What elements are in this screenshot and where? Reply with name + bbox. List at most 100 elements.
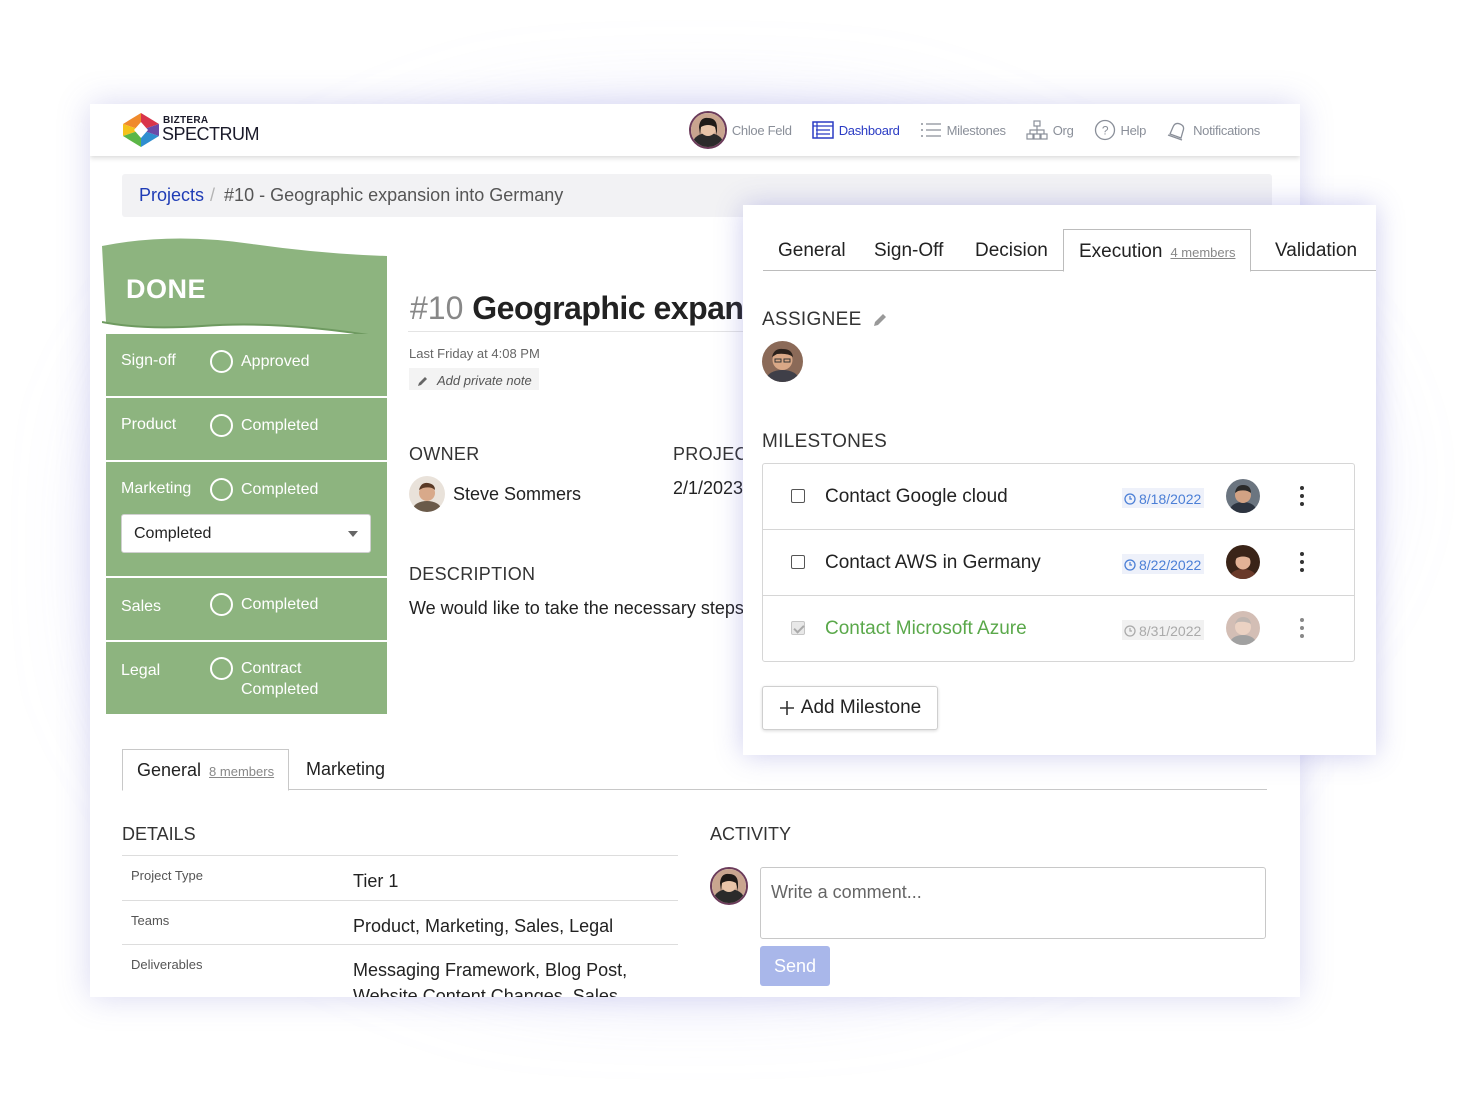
milestone-checkbox[interactable] [791, 555, 805, 569]
nav-dashboard-label: Dashboard [838, 122, 900, 138]
status-row-marketing: Marketing Completed Completed [106, 462, 387, 576]
tab-general[interactable]: General [763, 229, 861, 271]
page-title: #10 Geographic expansi [410, 290, 770, 327]
status-row-sales: Sales Completed [106, 578, 387, 640]
send-button[interactable]: Send [760, 946, 830, 986]
milestone-name[interactable]: Contact Google cloud [825, 486, 1008, 508]
milestone-date-text: 8/18/2022 [1139, 490, 1202, 507]
tab-general-label: General [137, 760, 202, 780]
chevron-down-icon [348, 531, 358, 537]
kebab-menu-icon[interactable] [1297, 618, 1307, 640]
execution-card: General Sign-Off Decision Execution 4 mem… [743, 205, 1376, 755]
milestone-name[interactable]: Contact Microsoft Azure [825, 618, 1027, 640]
tab-sign-off[interactable]: Sign-Off [859, 229, 958, 271]
milestone-date-text: 8/31/2022 [1139, 622, 1202, 639]
private-note-label: Add private note [437, 373, 532, 388]
activity-label: ACTIVITY [710, 824, 792, 844]
clock-icon [1124, 492, 1136, 505]
milestone-list: Contact Google cloud 8/18/2022 Contact A… [762, 463, 1355, 662]
status-circle-icon [210, 657, 233, 680]
milestone-assignee-avatar[interactable] [1226, 545, 1260, 579]
add-milestone-button[interactable]: Add Milestone [762, 686, 938, 730]
milestone-due-date[interactable]: 8/22/2022 [1122, 554, 1205, 574]
nav-org[interactable]: Org [1026, 120, 1074, 140]
tab-label: Execution [1079, 241, 1163, 262]
tab-label: General [778, 240, 846, 261]
detail-key: Deliverables [131, 957, 203, 972]
top-bar: BIZTERA SPECTRUM Chloe Feld Dashboard Mi… [90, 104, 1300, 156]
nav-help-label: Help [1120, 122, 1147, 138]
milestone-checkbox[interactable] [791, 489, 805, 503]
tab-general[interactable]: General 8 members [122, 749, 290, 791]
milestone-assignee-avatar[interactable] [1226, 611, 1260, 645]
nav-help[interactable]: ? Help [1094, 119, 1147, 141]
status-circle-icon [210, 593, 233, 616]
status-row-legal: Legal Contract Completed [106, 642, 387, 714]
milestone-due-date[interactable]: 8/31/2022 [1122, 620, 1205, 640]
main-nav: Chloe Feld Dashboard Milestones Org ? He… [688, 110, 1260, 150]
kebab-menu-icon[interactable] [1297, 486, 1307, 508]
description-label: DESCRIPTION [409, 564, 536, 584]
milestone-name[interactable]: Contact AWS in Germany [825, 552, 1041, 574]
list-icon [920, 123, 941, 137]
assignee-avatar[interactable] [762, 341, 803, 382]
milestone-row: Contact Microsoft Azure 8/31/2022 [763, 596, 1354, 662]
status-circle-icon [210, 350, 233, 373]
status-row-label: Sign-off [121, 352, 176, 369]
user-avatar [688, 111, 727, 149]
nav-dashboard[interactable]: Dashboard [811, 121, 900, 139]
milestone-due-date[interactable]: 8/18/2022 [1122, 488, 1205, 508]
pencil-icon [418, 376, 427, 386]
milestone-checkbox[interactable] [791, 621, 805, 635]
nav-notifications[interactable]: Notifications [1166, 119, 1260, 141]
milestone-row: Contact Google cloud 8/18/2022 [763, 464, 1354, 530]
user-name: Chloe Feld [731, 122, 792, 138]
clock-icon [1124, 558, 1136, 571]
user-menu[interactable]: Chloe Feld [688, 111, 792, 149]
nav-milestones[interactable]: Milestones [920, 121, 1006, 139]
pencil-icon[interactable] [872, 312, 888, 328]
project-number: #10 [410, 290, 464, 326]
owner[interactable]: Steve Sommers [409, 476, 581, 512]
tab-validation[interactable]: Validation [1260, 229, 1372, 271]
help-icon: ? [1094, 119, 1115, 141]
comment-input[interactable]: Write a comment... [760, 867, 1266, 939]
members-link[interactable]: 8 members [209, 764, 274, 779]
status-row-label: Product [121, 416, 177, 433]
org-chart-icon [1026, 120, 1048, 140]
detail-row: Deliverables Messaging Framework, Blog P… [122, 944, 678, 997]
tab-execution[interactable]: Execution 4 members [1063, 229, 1252, 272]
detail-row: Project Type Tier 1 [122, 855, 678, 900]
status-row-value: Completed [241, 417, 319, 434]
status-row-value: Contract Completed [241, 658, 318, 700]
bell-icon [1167, 122, 1185, 141]
nav-notifications-label: Notifications [1193, 122, 1260, 138]
assignee-label-text: ASSIGNEE [762, 309, 862, 330]
project-date: 2/1/2023 [673, 478, 744, 498]
tab-marketing-label: Marketing [306, 759, 386, 779]
marketing-status-select[interactable]: Completed [121, 514, 371, 553]
clock-icon [1124, 624, 1136, 637]
add-private-note-button[interactable]: Add private note [409, 368, 539, 390]
nav-milestones-label: Milestones [946, 122, 1006, 138]
breadcrumb-current: #10 - Geographic expansion into Germany [224, 185, 564, 205]
milestone-assignee-avatar[interactable] [1226, 479, 1260, 513]
tab-marketing[interactable]: Marketing [292, 749, 399, 790]
description-text: We would like to take the necessary step… [409, 598, 744, 618]
tab-decision[interactable]: Decision [960, 229, 1063, 271]
status-circle-icon [210, 478, 233, 501]
assignee-label: ASSIGNEE [762, 309, 888, 331]
legal-value-line1: Contract [241, 660, 302, 677]
detail-value: Product, Marketing, Sales, Legal [353, 916, 614, 936]
commenter-avatar [710, 867, 748, 905]
status-row-product: Product Completed [106, 398, 387, 460]
breadcrumb-projects-link[interactable]: Projects [139, 185, 204, 206]
members-link[interactable]: 4 members [1170, 245, 1235, 260]
tab-label: Decision [975, 240, 1048, 261]
status-row-label: Legal [121, 662, 161, 679]
kebab-menu-icon[interactable] [1297, 552, 1307, 574]
milestone-date-text: 8/22/2022 [1139, 556, 1202, 573]
detail-key: Project Type [131, 868, 204, 883]
spectrum-logo-icon[interactable] [122, 112, 160, 148]
status-row-label: Sales [121, 598, 162, 615]
